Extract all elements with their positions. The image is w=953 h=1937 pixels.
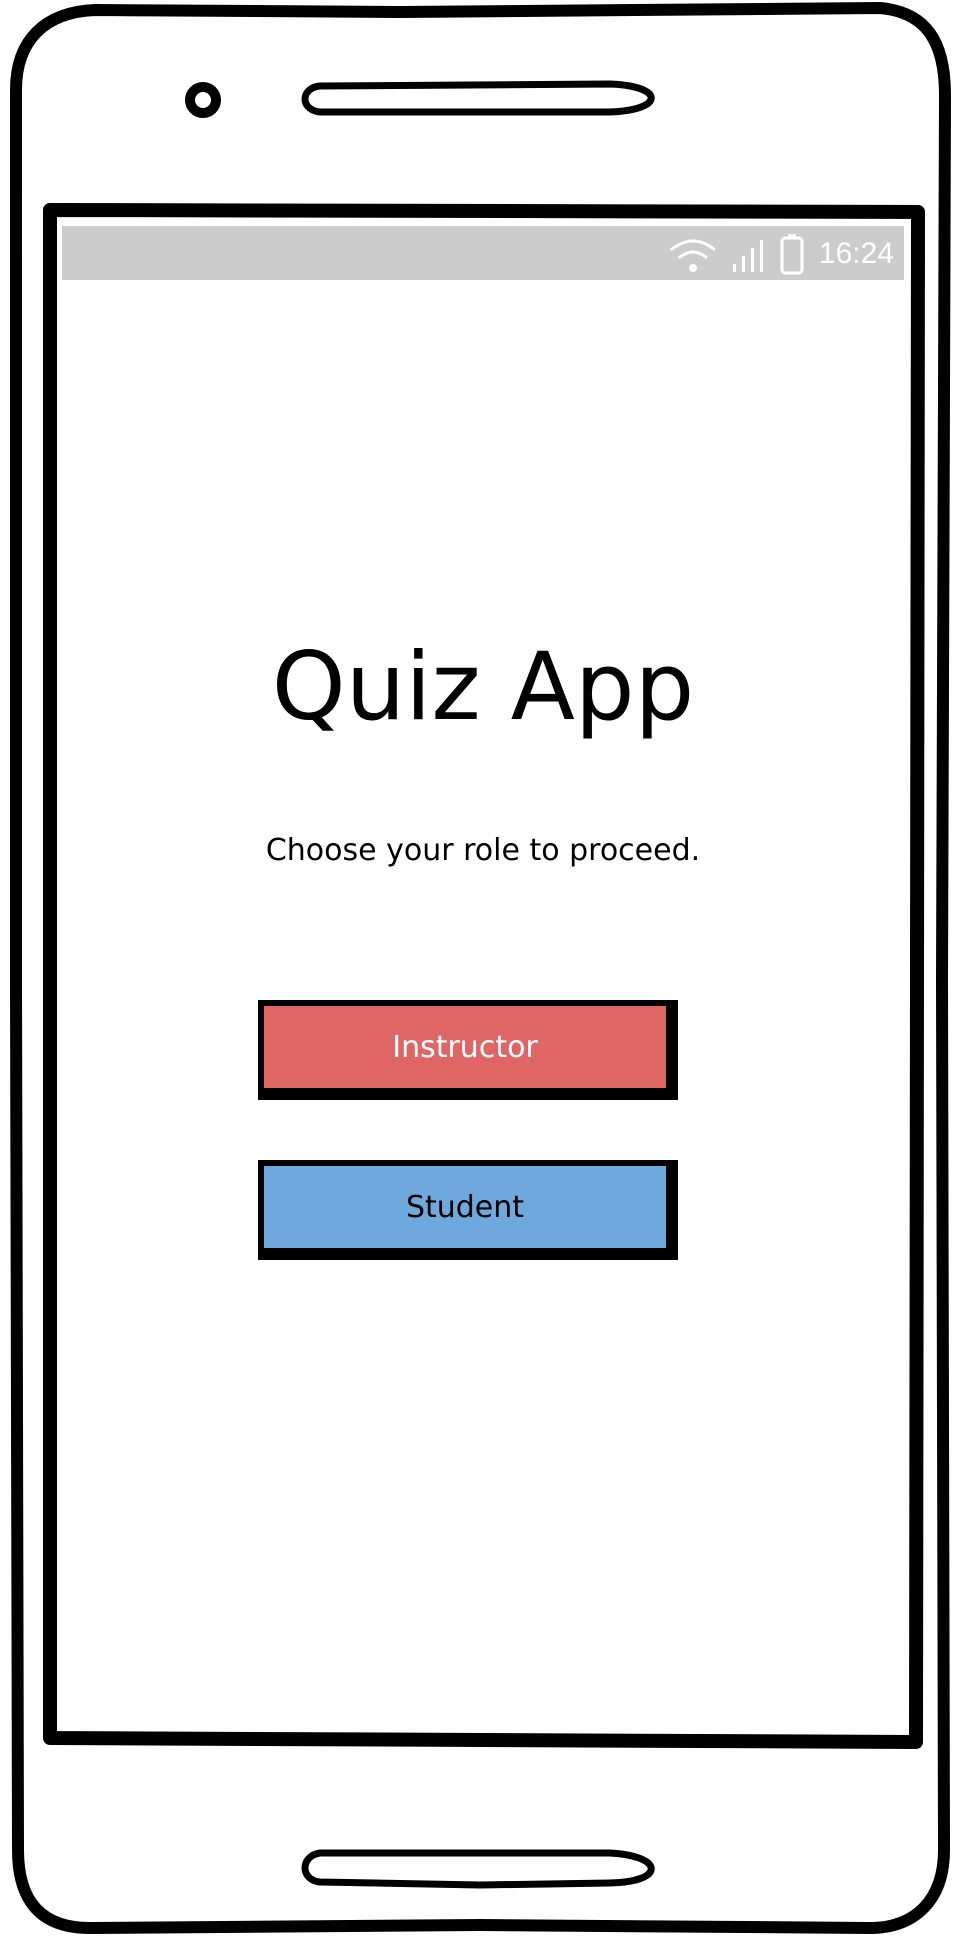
battery-icon <box>780 234 804 275</box>
student-button[interactable]: Student <box>258 1160 678 1260</box>
signal-icon <box>732 240 763 272</box>
home-bar-icon <box>301 1849 655 1889</box>
role-prompt: Choose your role to proceed. <box>265 833 701 868</box>
status-bar: 16:24 <box>62 226 904 280</box>
instructor-button[interactable]: Instructor <box>258 1000 678 1100</box>
status-time: 16:24 <box>818 237 894 270</box>
status-icons: 16:24 <box>667 234 894 275</box>
instructor-button-label: Instructor <box>392 1029 538 1065</box>
student-button-label: Student <box>405 1189 525 1225</box>
speaker-grille-icon <box>301 80 655 116</box>
app-title: Quiz App <box>271 633 695 742</box>
wifi-icon <box>669 239 716 272</box>
phone-screen: 16:24 Quiz App Choose your role to proce… <box>62 226 904 1719</box>
